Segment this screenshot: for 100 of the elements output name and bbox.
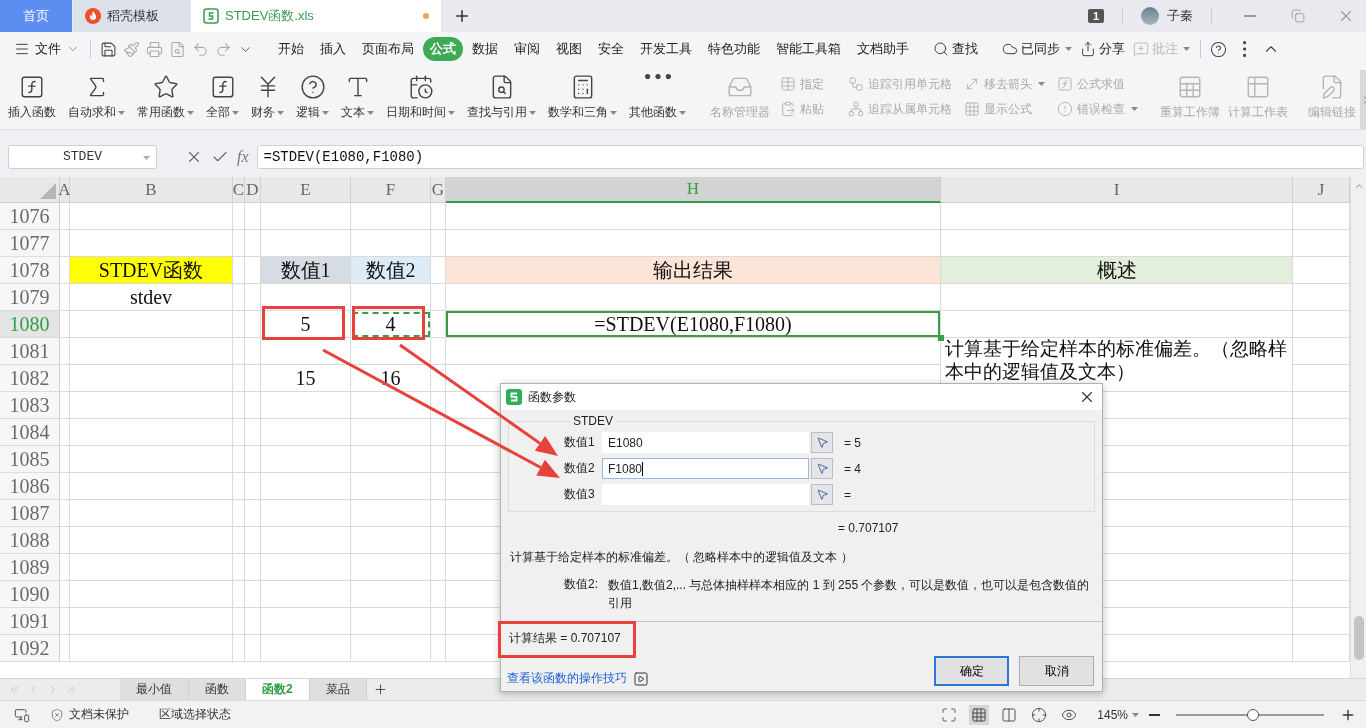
row-header[interactable]: 1092 bbox=[0, 635, 60, 662]
table-cell[interactable] bbox=[1293, 554, 1350, 581]
table-cell[interactable] bbox=[1293, 338, 1350, 365]
row-header[interactable]: 1077 bbox=[0, 230, 60, 257]
ribbon-tab[interactable]: 页面布局 bbox=[355, 37, 421, 61]
table-cell[interactable] bbox=[941, 230, 1293, 257]
table-cell[interactable] bbox=[60, 581, 70, 608]
table-cell[interactable] bbox=[60, 473, 70, 500]
table-cell[interactable] bbox=[245, 203, 261, 230]
table-cell[interactable] bbox=[351, 500, 431, 527]
table-cell[interactable] bbox=[1293, 581, 1350, 608]
argument-field[interactable]: F1080 bbox=[602, 458, 809, 479]
row-header[interactable]: 1085 bbox=[0, 446, 60, 473]
table-cell[interactable] bbox=[60, 257, 70, 284]
table-cell[interactable] bbox=[431, 338, 446, 365]
sheet-tab[interactable]: 菜品 bbox=[309, 679, 367, 700]
table-cell[interactable] bbox=[1293, 608, 1350, 635]
table-cell[interactable] bbox=[60, 230, 70, 257]
table-cell[interactable] bbox=[70, 554, 233, 581]
table-cell[interactable] bbox=[1293, 365, 1350, 392]
table-cell[interactable] bbox=[941, 284, 1293, 311]
table-cell[interactable]: 数值1 bbox=[261, 257, 351, 284]
document-tab[interactable]: STDEV函数.xls bbox=[191, 0, 441, 32]
table-cell[interactable] bbox=[245, 608, 261, 635]
table-cell[interactable] bbox=[261, 392, 351, 419]
row-header[interactable]: 1088 bbox=[0, 527, 60, 554]
row-header[interactable]: 1090 bbox=[0, 581, 60, 608]
table-cell[interactable] bbox=[233, 635, 245, 662]
row-header[interactable]: 1076 bbox=[0, 203, 60, 230]
range-select-button[interactable] bbox=[811, 432, 833, 453]
table-cell[interactable] bbox=[233, 500, 245, 527]
table-cell[interactable] bbox=[233, 338, 245, 365]
user-name[interactable]: 子秦 bbox=[1167, 7, 1193, 25]
formula-field[interactable]: =STDEV(E1080,F1080) bbox=[256, 144, 1364, 169]
table-cell[interactable] bbox=[1293, 203, 1350, 230]
table-cell[interactable] bbox=[1293, 311, 1350, 338]
row-header[interactable]: 1089 bbox=[0, 554, 60, 581]
table-cell[interactable] bbox=[1293, 527, 1350, 554]
row-header[interactable]: 1084 bbox=[0, 419, 60, 446]
ribbon-tab[interactable]: 视图 bbox=[549, 37, 589, 61]
table-cell[interactable] bbox=[431, 446, 446, 473]
table-cell[interactable] bbox=[233, 419, 245, 446]
table-cell[interactable]: 15 bbox=[261, 365, 351, 392]
ribbon-tab[interactable]: 开发工具 bbox=[633, 37, 699, 61]
table-cell[interactable] bbox=[60, 527, 70, 554]
table-cell[interactable] bbox=[245, 257, 261, 284]
table-cell[interactable] bbox=[261, 527, 351, 554]
dialog-button[interactable]: 确定 bbox=[934, 656, 1009, 686]
table-cell[interactable] bbox=[60, 365, 70, 392]
slider-thumb[interactable] bbox=[1246, 708, 1259, 721]
table-cell[interactable]: =STDEV(E1080,F1080) bbox=[446, 311, 941, 338]
table-cell[interactable] bbox=[1293, 446, 1350, 473]
range-select-button[interactable] bbox=[811, 458, 833, 479]
table-cell[interactable] bbox=[351, 473, 431, 500]
ribbon-button[interactable]: 数学和三角 bbox=[544, 70, 621, 129]
table-cell[interactable] bbox=[60, 608, 70, 635]
table-cell[interactable] bbox=[1293, 473, 1350, 500]
table-cell[interactable] bbox=[351, 581, 431, 608]
table-cell[interactable] bbox=[70, 311, 233, 338]
table-cell[interactable] bbox=[233, 446, 245, 473]
row-header[interactable]: 1083 bbox=[0, 392, 60, 419]
table-cell[interactable] bbox=[245, 554, 261, 581]
column-header[interactable]: I bbox=[941, 177, 1293, 203]
table-cell[interactable] bbox=[431, 608, 446, 635]
sheet-tab[interactable]: 函数2 bbox=[246, 679, 310, 700]
column-header[interactable]: C bbox=[233, 177, 245, 203]
table-cell[interactable] bbox=[70, 338, 233, 365]
ribbon-tab[interactable]: 审阅 bbox=[507, 37, 547, 61]
table-cell[interactable] bbox=[233, 392, 245, 419]
table-cell[interactable] bbox=[261, 230, 351, 257]
row-header[interactable]: 1079 bbox=[0, 284, 60, 311]
column-header[interactable]: G bbox=[431, 177, 446, 203]
table-cell[interactable] bbox=[233, 284, 245, 311]
table-cell[interactable] bbox=[60, 203, 70, 230]
ribbon-button[interactable]: 文本 bbox=[337, 70, 378, 129]
column-header[interactable]: F bbox=[351, 177, 431, 203]
table-cell[interactable]: 数值2 bbox=[351, 257, 431, 284]
table-cell[interactable] bbox=[233, 203, 245, 230]
name-box[interactable]: STDEV bbox=[8, 144, 157, 169]
table-cell[interactable] bbox=[245, 635, 261, 662]
table-cell[interactable] bbox=[431, 284, 446, 311]
table-cell[interactable] bbox=[70, 230, 233, 257]
table-cell[interactable] bbox=[60, 311, 70, 338]
table-cell[interactable] bbox=[446, 230, 941, 257]
table-cell[interactable] bbox=[245, 230, 261, 257]
ribbon-button[interactable]: 日期和时间 bbox=[382, 70, 459, 129]
table-cell[interactable] bbox=[245, 527, 261, 554]
toolbar-button[interactable]: 已同步 bbox=[998, 38, 1076, 60]
ribbon-tab[interactable]: 智能工具箱 bbox=[769, 37, 848, 61]
table-cell[interactable] bbox=[245, 419, 261, 446]
ribbon-tab[interactable]: 安全 bbox=[591, 37, 631, 61]
protection-status[interactable]: 文档未保护 bbox=[40, 706, 139, 723]
table-cell[interactable] bbox=[261, 500, 351, 527]
ribbon-button[interactable]: 财务 bbox=[247, 70, 288, 129]
sheet-tab[interactable]: 函数 bbox=[189, 679, 246, 700]
ribbon-tab[interactable]: 数据 bbox=[465, 37, 505, 61]
table-cell[interactable] bbox=[70, 581, 233, 608]
table-cell[interactable] bbox=[431, 311, 446, 338]
table-cell[interactable] bbox=[261, 446, 351, 473]
column-header[interactable]: E bbox=[261, 177, 351, 203]
